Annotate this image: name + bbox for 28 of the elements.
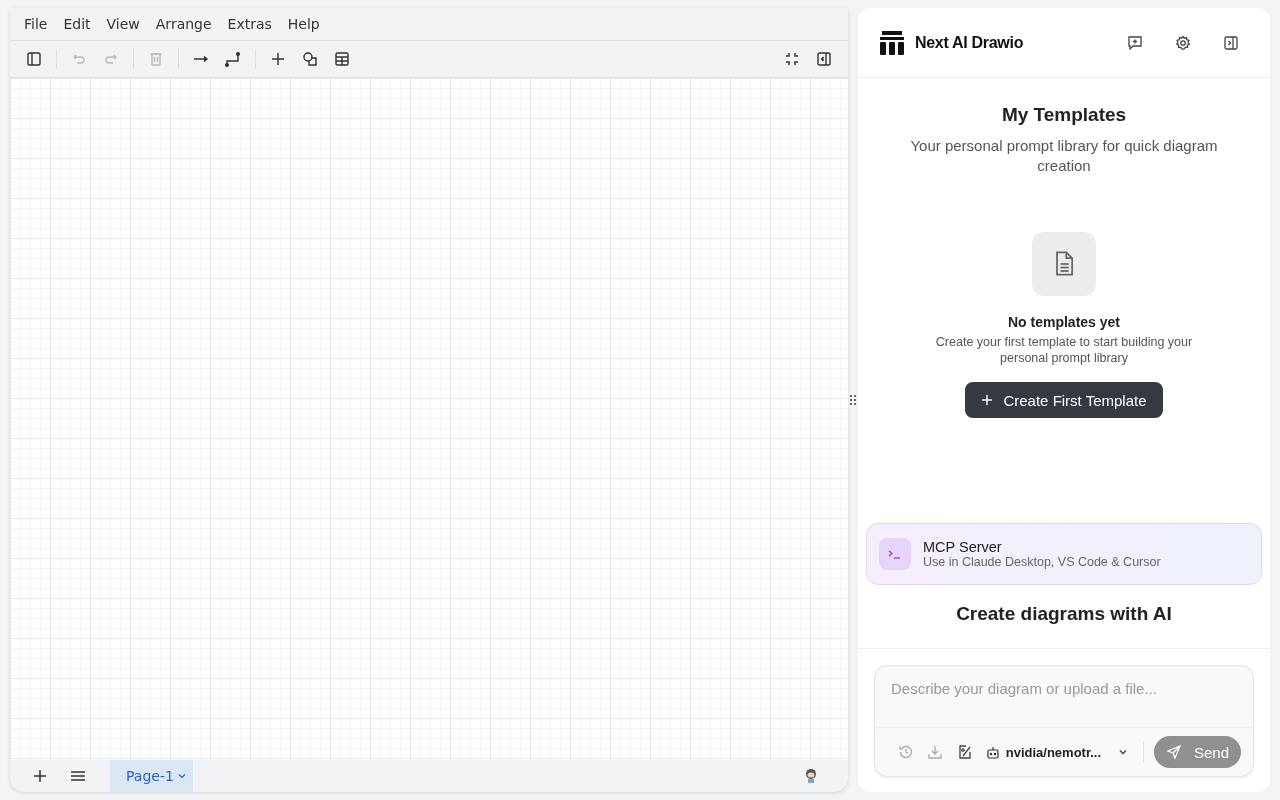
menu-item[interactable]: File bbox=[18, 14, 54, 34]
menu-item[interactable]: View bbox=[100, 14, 146, 34]
menu-item[interactable]: Edit bbox=[57, 14, 97, 34]
page-tab[interactable]: Page-1 bbox=[110, 760, 193, 792]
card-subtitle: Use in Claude Desktop, VS Code & Cursor bbox=[923, 555, 1161, 569]
empty-state-title: No templates yet bbox=[1007, 314, 1120, 330]
section-heading: My Templates bbox=[1001, 104, 1127, 126]
send-icon bbox=[1165, 744, 1182, 760]
robot-icon bbox=[985, 745, 1000, 759]
logo-icon bbox=[879, 29, 905, 56]
mcp-server-card[interactable]: MCP Server Use in Claude Desktop, VS Code & Cursor bbox=[866, 523, 1262, 585]
octocat-icon[interactable] bbox=[804, 768, 818, 784]
terminal-icon bbox=[879, 538, 911, 570]
empty-state-text: Create your first template to start building your personal prompt library bbox=[934, 334, 1194, 366]
chevron-down-icon bbox=[176, 771, 187, 781]
model-selector[interactable]: nvidia/nemotr... bbox=[981, 744, 1134, 760]
intro-heading: Create diagrams with AI bbox=[956, 603, 1172, 625]
menu-item[interactable]: Help bbox=[281, 14, 326, 34]
plus-icon bbox=[981, 394, 994, 406]
menu-item[interactable]: Arrange bbox=[149, 14, 218, 34]
card-title: MCP Server bbox=[923, 539, 1003, 555]
app-title: Next AI Drawio bbox=[915, 33, 1024, 52]
menu-item[interactable]: Extras bbox=[221, 14, 278, 34]
section-subtitle: Your personal prompt library for quick diagram creation bbox=[909, 136, 1219, 176]
document-icon bbox=[1032, 232, 1096, 296]
prompt-input[interactable]: Describe your diagram or upload a file... bbox=[874, 665, 1254, 727]
create-template-button[interactable]: Create First Template bbox=[965, 382, 1163, 418]
resize-handle[interactable] bbox=[848, 395, 858, 405]
